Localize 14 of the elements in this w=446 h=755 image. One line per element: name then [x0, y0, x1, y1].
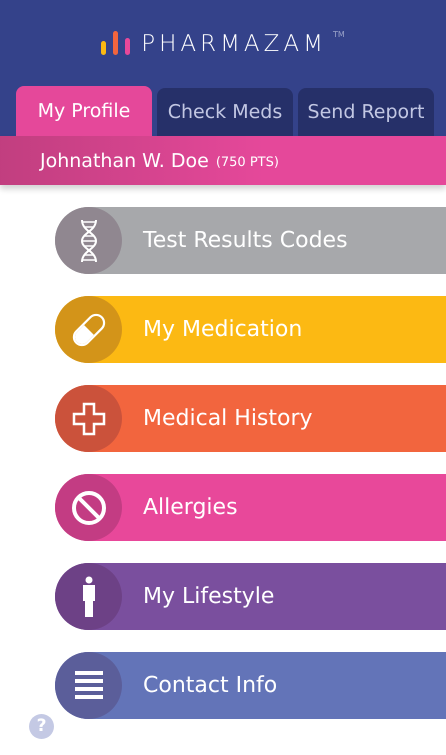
trademark: TM: [333, 30, 345, 39]
menu-item[interactable]: Allergies: [55, 474, 446, 541]
menu-item[interactable]: Medical History: [55, 385, 446, 452]
user-name: Johnathan W. Doe: [40, 150, 209, 172]
menu-item[interactable]: Contact Info: [55, 652, 446, 719]
menu-item[interactable]: Test Results Codes: [55, 207, 446, 274]
logo-icon: [101, 30, 132, 58]
person-icon: [80, 576, 96, 618]
menu-item[interactable]: My Lifestyle: [55, 563, 446, 630]
tab[interactable]: Send Report: [298, 88, 434, 136]
points-count: (750 PTS): [216, 154, 279, 170]
tab[interactable]: Check Meds: [157, 88, 293, 136]
tab[interactable]: My Profile: [16, 86, 152, 136]
app-logo: PHARMAZAM: [141, 31, 327, 57]
